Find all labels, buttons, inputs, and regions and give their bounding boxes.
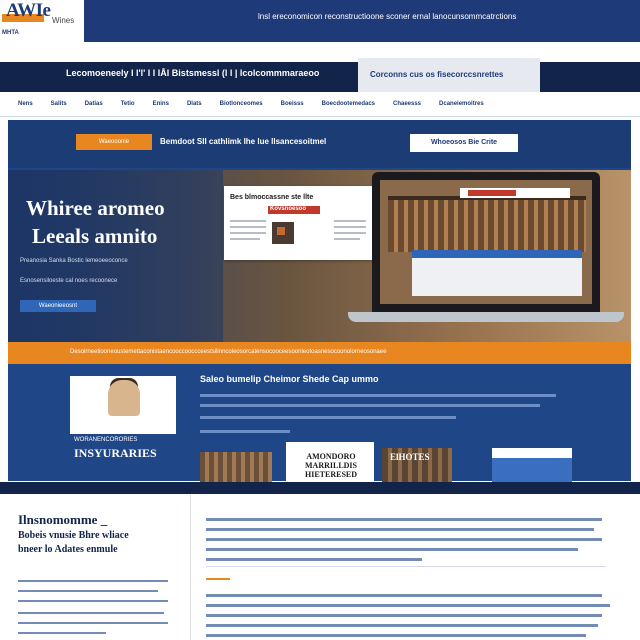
portrait-banner-title: INSYURARIES (74, 446, 157, 460)
thumbnail-screen-header (492, 448, 572, 458)
nav-item[interactable]: Boeisss (281, 101, 304, 107)
sidebar-subtitle-line-2: bneer lo Adates enmule (18, 544, 118, 555)
article-text-line (206, 518, 602, 521)
nav-item[interactable]: Nens (18, 101, 33, 107)
document-text-line (230, 238, 260, 240)
article-text-line (206, 538, 602, 541)
orange-band-text: Desoirneetiooneoustemettaconistaencoocco… (70, 349, 387, 355)
featured-text-line (200, 430, 290, 433)
laptop-title-red (468, 190, 516, 196)
document-text-line (334, 220, 366, 222)
nav-item[interactable]: Boecdootemedacs (322, 101, 375, 107)
announcement-text: Lecomoeneely l l'l' l l lÅl Bistsmessl (… (66, 68, 320, 78)
document-text-line (334, 226, 366, 228)
column-divider (190, 494, 191, 640)
nav-item[interactable]: Tetio (121, 101, 135, 107)
sidebar-text-line (18, 632, 106, 634)
article-text-line (206, 548, 578, 551)
hero-subtitle-line-2: Esnosensiloeste cal noes recoonece (20, 278, 118, 284)
document-red-tag-label: Kovsnoesoo (270, 206, 307, 212)
featured-text-line (200, 404, 540, 407)
article-text-line (206, 558, 422, 561)
logo-tagline: MHTA (2, 30, 19, 36)
thumbnail-caption: ElHOTES (390, 452, 430, 462)
hero-title-line-2: Leeals amnito (32, 224, 158, 248)
top-bar (0, 0, 640, 42)
portrait-banner-caption: WORANENCORORIES (74, 437, 138, 443)
sidebar-subtitle: Bobeis vnusie Bhre wliace (18, 530, 129, 541)
article-text-line (206, 624, 598, 627)
hero-strip-title: Bemdoot SII cathlimk lhe lue llsancesoit… (160, 137, 327, 146)
featured-text-line (200, 416, 456, 419)
laptop-page-bar (412, 250, 582, 258)
portrait-face (108, 380, 140, 416)
article-rule (206, 566, 606, 567)
nav-item[interactable]: Salits (51, 101, 67, 107)
sidebar-text-line (18, 580, 168, 582)
sidebar-text-line (18, 600, 168, 602)
document-text-line (334, 232, 366, 234)
document-text-line (230, 226, 266, 228)
article-text-line (206, 594, 602, 597)
article-text-line (206, 614, 602, 617)
nav-item[interactable]: Dcaneiemoitres (439, 101, 484, 107)
section-divider (0, 482, 640, 494)
laptop-building-image (388, 200, 586, 252)
article-text-line (206, 604, 610, 607)
article-accent (206, 578, 230, 580)
hero-cta-button[interactable]: Waeonieeosnt (20, 300, 96, 312)
hero-section: Waeooonie Bemdoot SII cathlimk lhe lue l… (8, 120, 631, 365)
sidebar-text-line (18, 622, 168, 624)
featured-text-line (200, 394, 556, 397)
sidebar-title: Ilnsnomomme _ (18, 512, 108, 527)
featured-heading: Saleo bumelip Cheimor Shede Cap ummo (200, 374, 379, 384)
logo-text: AWIe (6, 0, 51, 21)
nav-item[interactable]: Chaeesss (393, 101, 421, 107)
logo-sub: Wines (52, 16, 75, 25)
document-text-line (230, 232, 266, 234)
laptop-base (348, 312, 624, 322)
banner-link-label: Corconns cus os fisecorccsnrettes (370, 70, 504, 79)
nav-item[interactable]: Dlats (187, 101, 202, 107)
nav-item[interactable]: Datias (85, 101, 103, 107)
hero-subtitle: Preanosia Sanka Bostic lemeoeeoconce (20, 258, 128, 264)
article-text-line (206, 528, 594, 531)
sidebar-text-line (18, 612, 164, 614)
hero-title: Whiree aromeo (26, 196, 165, 220)
nav-item[interactable]: Enins (153, 101, 169, 107)
document-heading: Bes blmoccassne ste llte (230, 194, 314, 201)
thumbnail-building[interactable] (200, 452, 272, 482)
hero-orange-button[interactable]: Waeooonie (76, 134, 152, 150)
document-text-line (230, 220, 266, 222)
top-tagline: lnsl ereconomicon reconstructioone scone… (258, 12, 517, 21)
document-image-detail (277, 227, 285, 235)
thumbnail-poster-text: AMONDORO MARRILLDIS HIETERESED (304, 452, 358, 479)
document-text-line (334, 238, 360, 240)
article-text-line (206, 634, 586, 637)
document-preview-card[interactable]: Bes blmoccassne ste llte Kovsnoesoo (224, 186, 372, 260)
sidebar-text-line (18, 590, 158, 592)
hero-white-button[interactable]: Whoeosos Bie Crite (410, 134, 518, 152)
nav-item[interactable]: Biotlonceomes (220, 101, 263, 107)
main-nav: Nens Salits Datias Tetio Enins Dlats Bio… (0, 92, 640, 117)
